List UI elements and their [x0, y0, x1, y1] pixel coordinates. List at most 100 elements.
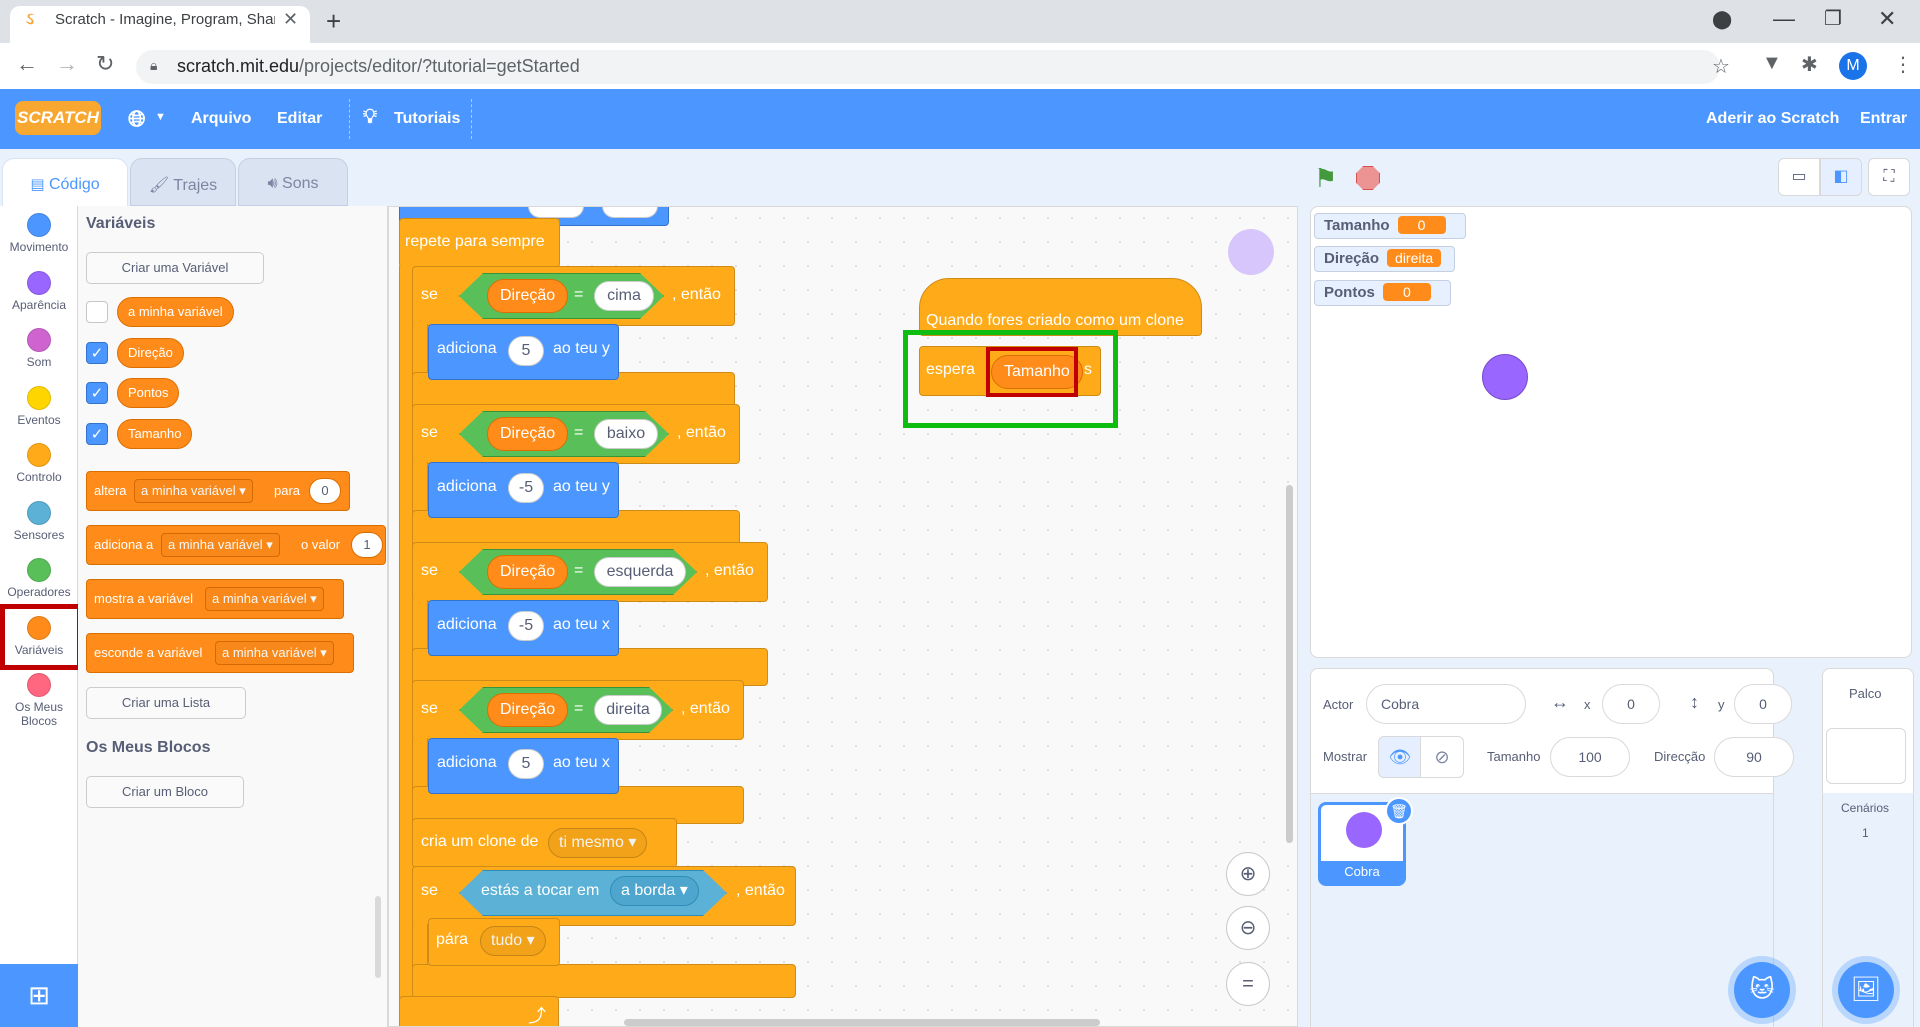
category-events[interactable]: Eventos [0, 386, 78, 427]
variable-checkbox[interactable]: ✓ [86, 382, 108, 404]
variable-checkbox[interactable] [86, 301, 108, 323]
restore-icon[interactable]: ❐ [1824, 6, 1842, 31]
sign-in-link[interactable]: Entrar [1860, 110, 1907, 128]
variable-checkbox[interactable]: ✓ [86, 342, 108, 364]
number-input[interactable]: 5 [508, 749, 544, 779]
lightbulb-icon[interactable]: 💡︎ [363, 106, 377, 129]
direction-input[interactable]: 90 [1714, 737, 1794, 777]
zoom-reset-button[interactable]: = [1226, 962, 1270, 1006]
stop-sign-icon[interactable] [1356, 166, 1380, 190]
tab-search-icon[interactable]: ⬤ [1712, 9, 1732, 30]
variable-reporter[interactable]: a minha variável [117, 297, 234, 327]
lock-icon[interactable]: 🔒︎ [150, 57, 157, 74]
variable-reporter[interactable]: Pontos [117, 378, 180, 408]
variable-checkbox[interactable]: ✓ [86, 423, 108, 445]
stage-thumbnail[interactable] [1826, 728, 1906, 784]
direction-reporter[interactable]: Direção [487, 417, 569, 451]
small-stage-button[interactable]: ▭ [1778, 158, 1820, 196]
category-control[interactable]: Controlo [0, 443, 78, 484]
choose-backdrop-button[interactable]: 🖼︎ [1838, 962, 1894, 1018]
palette-scrollbar[interactable] [375, 896, 381, 978]
reload-icon[interactable]: ↻ [96, 51, 114, 77]
close-window-icon[interactable]: ✕ [1878, 6, 1896, 32]
change-variable-block[interactable]: adiciona a a minha variável ▾ o valor 1 [86, 525, 386, 565]
category-motion[interactable]: Movimento [0, 213, 78, 254]
value-input[interactable]: 1 [351, 532, 383, 558]
add-extension-button[interactable]: ⊞ [0, 964, 78, 1027]
code-vertical-scrollbar[interactable] [1286, 485, 1293, 843]
forward-icon[interactable]: → [56, 51, 78, 77]
compare-value-input[interactable]: direita [594, 695, 662, 725]
compare-value-input[interactable]: cima [594, 281, 654, 311]
make-block-button[interactable]: Criar um Bloco [86, 776, 244, 808]
green-flag-icon[interactable]: ⚑ [1314, 163, 1337, 194]
monitor-direction[interactable]: Direção direita [1314, 246, 1455, 272]
back-icon[interactable]: ← [16, 51, 38, 77]
code-area[interactable]: repete para sempre se Direção = cima , e… [388, 206, 1298, 1027]
category-my-blocks[interactable]: Os Meus Blocos [0, 673, 78, 728]
menu-file[interactable]: Arquivo [191, 110, 251, 128]
browser-menu-icon[interactable]: ⋮ [1893, 52, 1913, 77]
number-input[interactable]: 5 [508, 336, 544, 366]
hide-variable-block[interactable]: esconde a variável a minha variável ▾ [86, 633, 354, 673]
category-sensing[interactable]: Sensores [0, 501, 78, 542]
variable-dropdown[interactable]: a minha variável ▾ [161, 533, 280, 557]
tab-costumes[interactable]: 🖌︎ Trajes [130, 158, 236, 206]
variable-dropdown[interactable]: a minha variável ▾ [215, 641, 334, 665]
direction-reporter[interactable]: Direção [487, 693, 569, 727]
direction-reporter[interactable]: Direção [487, 279, 569, 313]
delete-sprite-button[interactable]: 🗑︎ [1385, 797, 1413, 825]
extension-shield-icon[interactable]: ▼ [1762, 52, 1782, 75]
choose-sprite-button[interactable]: 🐱︎ [1734, 962, 1790, 1018]
partial-input[interactable] [528, 206, 584, 218]
clone-target-dropdown[interactable]: ti mesmo ▾ [548, 828, 648, 858]
category-sound[interactable]: Som [0, 328, 78, 369]
variable-reporter[interactable]: Tamanho [117, 419, 193, 449]
value-input[interactable]: 0 [309, 478, 341, 504]
language-chevron-down-icon[interactable]: ▼ [155, 111, 166, 123]
category-operators[interactable]: Operadores [0, 558, 78, 599]
bookmark-star-icon[interactable]: ☆ [1712, 54, 1730, 79]
variable-reporter[interactable]: Direção [117, 338, 184, 368]
number-input[interactable]: -5 [508, 611, 544, 641]
menu-tutorials[interactable]: Tutoriais [394, 110, 460, 128]
partial-input[interactable] [602, 206, 658, 218]
minimize-icon[interactable]: — [1773, 6, 1795, 32]
menu-edit[interactable]: Editar [277, 110, 322, 128]
y-input[interactable]: 0 [1734, 684, 1792, 724]
scratch-logo[interactable]: SCRATCH [15, 101, 101, 135]
make-list-button[interactable]: Criar uma Lista [86, 687, 246, 719]
new-tab-button[interactable]: + [326, 6, 341, 37]
normal-stage-button[interactable]: ◧ [1820, 158, 1862, 196]
zoom-out-button[interactable]: ⊖ [1226, 906, 1270, 950]
show-variable-block[interactable]: mostra a variável a minha variável ▾ [86, 579, 344, 619]
extensions-puzzle-icon[interactable]: ✱ [1801, 52, 1818, 77]
x-input[interactable]: 0 [1602, 684, 1660, 724]
profile-avatar[interactable]: M [1839, 52, 1867, 80]
sprite-name-input[interactable]: Cobra [1366, 684, 1526, 724]
variable-dropdown[interactable]: a minha variável ▾ [205, 587, 324, 611]
show-sprite-button[interactable]: 👁︎ [1378, 736, 1422, 778]
code-horizontal-scrollbar[interactable] [624, 1019, 1100, 1026]
monitor-size[interactable]: Tamanho 0 [1314, 213, 1466, 239]
touching-target-dropdown[interactable]: a borda ▾ [610, 876, 699, 906]
direction-reporter[interactable]: Direção [487, 555, 569, 589]
tab-close-icon[interactable]: ✕ [283, 9, 298, 30]
compare-value-input[interactable]: esquerda [594, 557, 686, 587]
variable-dropdown[interactable]: a minha variável ▾ [134, 479, 253, 503]
tab-sounds[interactable]: 🔊︎ Sons [238, 158, 348, 206]
url-text[interactable]: scratch.mit.edu/projects/editor/?tutoria… [177, 56, 580, 77]
zoom-in-button[interactable]: ⊕ [1226, 852, 1270, 896]
fullscreen-button[interactable]: ⛶ [1868, 158, 1910, 196]
hide-sprite-button[interactable]: ⊘ [1420, 736, 1464, 778]
monitor-points[interactable]: Pontos 0 [1314, 280, 1451, 306]
size-input[interactable]: 100 [1550, 737, 1630, 777]
number-input[interactable]: -5 [508, 473, 544, 503]
tab-code[interactable]: ▤ Código [2, 158, 128, 206]
category-looks[interactable]: Aparência [0, 271, 78, 312]
stage-sprite-cobra[interactable] [1482, 354, 1528, 400]
compare-value-input[interactable]: baixo [594, 419, 658, 449]
join-scratch-link[interactable]: Aderir ao Scratch [1706, 110, 1839, 128]
stage-canvas[interactable] [1310, 206, 1912, 658]
globe-icon[interactable]: 🌐︎ [128, 106, 146, 132]
